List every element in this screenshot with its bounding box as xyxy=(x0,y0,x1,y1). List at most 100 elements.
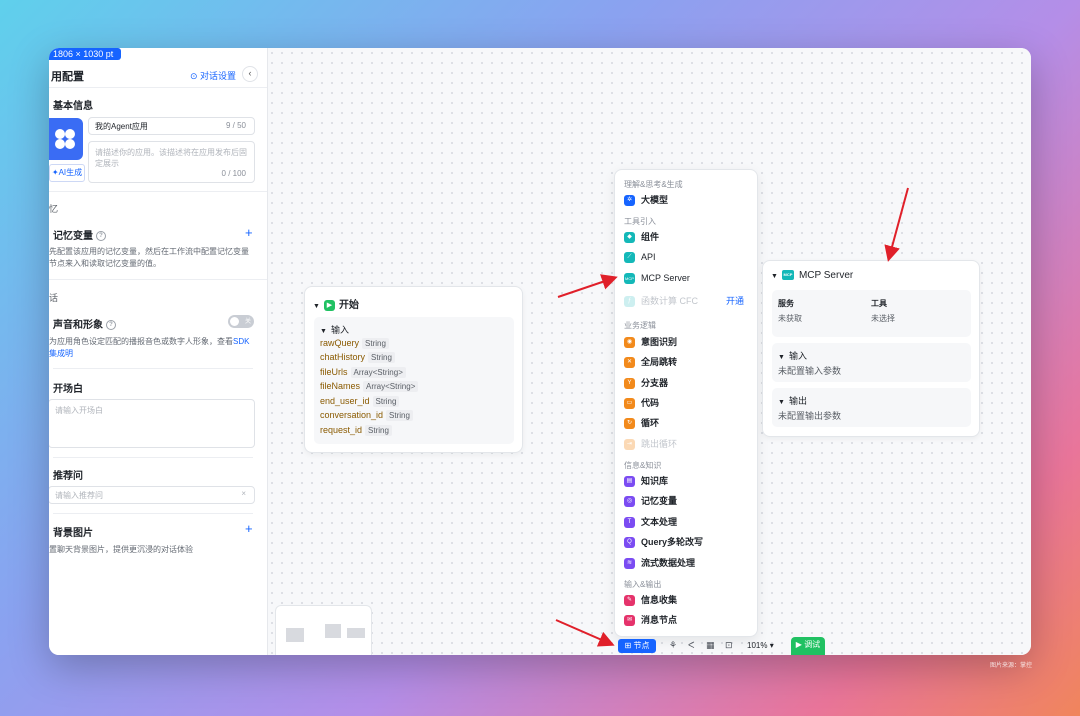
menu-item-label: 循环 xyxy=(641,418,660,428)
menu-item-branch[interactable]: Y 分支器 xyxy=(624,375,752,391)
start-node-title: 开始 xyxy=(338,300,359,311)
caret-down-icon[interactable]: ▼ xyxy=(771,273,778,280)
menu-section-title: 工具引入 xyxy=(624,217,656,226)
divider xyxy=(49,191,267,192)
node-picker-menu: 理解&思考&生成 ✲ 大模型 工具引入 ◆ 组件 ⟋ API MCP MCP Serve… xyxy=(614,169,758,637)
divider xyxy=(53,457,253,458)
menu-item-label: 流式数据处理 xyxy=(641,558,696,568)
app-desc-field[interactable]: 请描述你的应用。该描述将在应用发布后固定展示 0 / 100 xyxy=(88,141,255,183)
config-sidebar: 1806 × 1030 pt 用配置 ⊙ 对话设置 ‹ 基本信息 ✦AI生成 我… xyxy=(49,48,268,655)
app-name-field[interactable]: 我的Agent应用 9 / 50 xyxy=(88,117,255,135)
memory-section-title: 忆 xyxy=(49,204,59,214)
intent-icon: ◉ xyxy=(624,337,635,349)
collect-icon: ✎ xyxy=(624,595,635,607)
function-icon: ƒ xyxy=(624,296,635,308)
debug-run-button[interactable]: ▶ 调试 xyxy=(791,637,825,655)
minimap-node xyxy=(325,624,341,638)
voice-avatar-toggle[interactable]: 关 xyxy=(228,315,254,328)
menu-item-cfc[interactable]: ƒ 函数计算 CFC 开通 xyxy=(624,293,752,309)
llm-icon: ✲ xyxy=(624,195,635,207)
opening-input[interactable]: 请输入开场白 xyxy=(49,399,255,448)
menu-section-title: 业务逻辑 xyxy=(624,321,656,330)
add-node-label: 节点 xyxy=(633,641,650,650)
collapse-sidebar-button[interactable]: ‹ xyxy=(242,66,258,82)
mcp-input-panel: ▼ 输入 未配置输入参数 xyxy=(772,343,971,382)
run-icon: ▶ xyxy=(795,640,802,649)
start-node[interactable]: ▼ ▶ 开始 ▼ 输入 rawQuery String chatHistory Strin… xyxy=(304,286,523,453)
menu-item-break-loop[interactable]: ⇥ 跳出循环 xyxy=(624,436,752,452)
menu-item-knowledge-base[interactable]: ▤ 知识库 xyxy=(624,473,752,489)
caret-down-icon[interactable]: ▼ xyxy=(778,354,785,361)
menu-item-info-collect[interactable]: ✎ 信息收集 xyxy=(624,592,752,608)
watermark: 图片来源：掌控 xyxy=(989,663,1032,669)
dialog-settings-label: 对话设置 xyxy=(200,71,237,81)
tool-value[interactable]: 未选择 xyxy=(871,313,895,324)
caret-down-icon[interactable]: ▼ xyxy=(313,303,320,310)
zoom-level[interactable]: 101% ▾ xyxy=(747,641,774,650)
dimension-badge: 1806 × 1030 pt xyxy=(49,48,122,60)
voice-desc-text: 为应用角色设定匹配的播报音色或数字人形象，查看 xyxy=(49,337,233,346)
menu-item-api[interactable]: ⟋ API xyxy=(624,249,752,265)
caret-down-icon[interactable]: ▼ xyxy=(778,399,785,406)
menu-item-label: 文本处理 xyxy=(641,517,678,527)
ai-generate-button[interactable]: ✦AI生成 xyxy=(49,164,85,182)
branch-icon: Y xyxy=(624,378,635,390)
sidebar-header: 用配置 ⊙ 对话设置 ‹ xyxy=(49,66,267,88)
opening-title: 开场白 xyxy=(53,384,83,395)
app-icon[interactable] xyxy=(49,118,83,160)
grid-icon[interactable]: ▦ xyxy=(706,640,715,651)
param-name: rawQuery xyxy=(320,338,360,348)
menu-item-jump[interactable]: ✕ 全局跳转 xyxy=(624,354,752,370)
canvas-toolbar: ⊞ 节点 ⚘ ᐸ ▦ ⊡ 101% ▾ ▶ 调试 xyxy=(614,637,832,655)
mcp-server-node[interactable]: ▼ MCP MCP Server 服务 未获取 工具 未选择 ▼ 输入 未配置输入参数… xyxy=(762,260,980,437)
caret-down-icon[interactable]: ▼ xyxy=(320,328,327,335)
menu-item-intent[interactable]: ◉ 意图识别 xyxy=(624,334,752,350)
help-icon[interactable]: ? xyxy=(96,231,106,242)
mcp-node-header: ▼ MCP MCP Server xyxy=(771,270,853,281)
service-value[interactable]: 未获取 xyxy=(778,313,802,324)
memory-variables-label: 记忆变量 xyxy=(53,231,93,242)
menu-item-memory-variable[interactable]: ◎ 记忆变量 xyxy=(624,493,752,509)
opening-placeholder: 请输入开场白 xyxy=(55,406,103,415)
sdk-integration-link-cont[interactable]: 明 xyxy=(65,349,73,358)
toggle-knob xyxy=(230,317,239,326)
menu-item-label: 组件 xyxy=(641,232,660,242)
menu-item-query-rewrite[interactable]: Q Query多轮改写 xyxy=(624,534,752,550)
divider xyxy=(53,368,253,369)
menu-item-label: 代码 xyxy=(641,398,660,408)
menu-item-label: MCP Server xyxy=(641,273,690,283)
param-type: String xyxy=(365,425,392,436)
minimap[interactable] xyxy=(275,605,372,655)
background-title: 背景图片 xyxy=(53,528,93,539)
param-row: fileUrls Array<String> xyxy=(320,367,406,378)
menu-item-llm[interactable]: ✲ 大模型 xyxy=(624,192,752,208)
basic-info-title: 基本信息 xyxy=(53,101,93,112)
mcp-input-empty: 未配置输入参数 xyxy=(778,366,842,376)
help-icon[interactable]: ? xyxy=(106,320,116,331)
menu-item-code[interactable]: ▭ 代码 xyxy=(624,395,752,411)
menu-item-mcp-server[interactable]: MCP MCP Server xyxy=(624,270,752,286)
menu-item-component[interactable]: ◆ 组件 xyxy=(624,229,752,245)
menu-item-stream[interactable]: ≋ 流式数据处理 xyxy=(624,555,752,571)
param-type: Array<String> xyxy=(363,381,419,392)
loop-icon: ↻ xyxy=(624,418,635,430)
sidebar-title: 用配置 xyxy=(51,71,84,83)
fit-view-icon[interactable]: ⊡ xyxy=(725,640,733,651)
add-memory-variable-button[interactable]: + xyxy=(245,226,253,239)
mcp-icon: MCP xyxy=(624,273,635,285)
clear-icon[interactable]: × xyxy=(241,489,246,498)
add-node-button[interactable]: ⊞ 节点 xyxy=(618,639,656,653)
connect-icon[interactable]: ᐸ xyxy=(688,640,695,651)
jump-icon: ✕ xyxy=(624,357,635,369)
add-background-button[interactable]: + xyxy=(245,522,253,535)
message-icon: ✉ xyxy=(624,615,635,627)
layout-icon[interactable]: ⚘ xyxy=(669,640,677,651)
menu-item-message[interactable]: ✉ 消息节点 xyxy=(624,612,752,628)
app-desc-count: 0 / 100 xyxy=(221,169,246,178)
menu-item-loop[interactable]: ↻ 循环 xyxy=(624,415,752,431)
cfc-activate-link[interactable]: 开通 xyxy=(726,293,744,309)
menu-item-text-processing[interactable]: T 文本处理 xyxy=(624,514,752,530)
suggested-input[interactable]: 请输入推荐问 × xyxy=(49,486,255,504)
dialog-settings-link[interactable]: ⊙ 对话设置 xyxy=(190,69,236,82)
param-row: rawQuery String xyxy=(320,338,389,349)
